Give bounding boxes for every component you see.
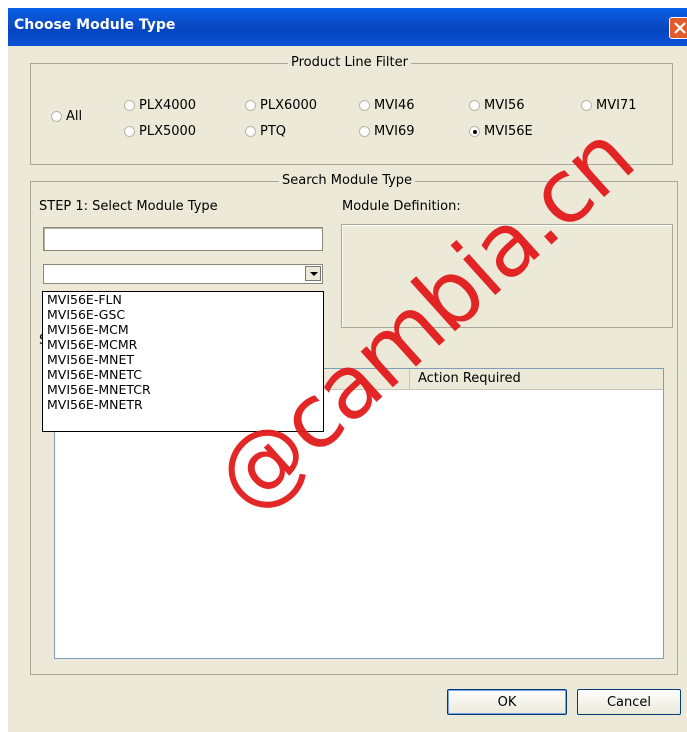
radio-plx5000[interactable]: PLX5000 (124, 123, 196, 139)
cancel-button[interactable]: Cancel (577, 689, 681, 715)
radio-circle[interactable] (245, 125, 256, 137)
dropdown-item[interactable]: MVI56E-MNETCR (43, 382, 323, 397)
radio-circle-selected[interactable] (469, 125, 480, 137)
radio-circle[interactable] (245, 99, 256, 111)
dropdown-item[interactable]: MVI56E-FLN (43, 292, 323, 307)
dropdown-item[interactable]: MVI56E-MCMR (43, 337, 323, 352)
radio-plx4000[interactable]: PLX4000 (124, 97, 196, 113)
radio-circle[interactable] (359, 125, 370, 137)
close-button[interactable] (669, 17, 687, 39)
search-module-type-legend: Search Module Type (279, 173, 416, 188)
column-header-action-required[interactable]: Action Required (409, 369, 663, 389)
step1-label: STEP 1: Select Module Type (39, 199, 218, 214)
module-type-combobox[interactable] (43, 264, 323, 284)
title-bar[interactable]: Choose Module Type (8, 8, 687, 46)
radio-mvi46[interactable]: MVI46 (359, 97, 415, 113)
module-type-dropdown-list[interactable]: MVI56E-FLN MVI56E-GSC MVI56E-MCM MVI56E-… (42, 291, 324, 432)
radio-circle[interactable] (469, 99, 480, 111)
radio-mvi69[interactable]: MVI69 (359, 123, 415, 139)
radio-circle[interactable] (124, 125, 135, 137)
dialog-window: Choose Module Type Product Line Filter A… (8, 8, 687, 732)
window-title: Choose Module Type (14, 17, 176, 33)
dropdown-item[interactable]: MVI56E-GSC (43, 307, 323, 322)
dropdown-item[interactable]: MVI56E-MNETR (43, 397, 323, 412)
close-icon (674, 22, 686, 34)
radio-plx6000[interactable]: PLX6000 (245, 97, 317, 113)
dropdown-item[interactable]: MVI56E-MCM (43, 322, 323, 337)
radio-circle[interactable] (51, 110, 62, 122)
radio-circle[interactable] (359, 99, 370, 111)
dropdown-item[interactable]: MVI56E-MNET (43, 352, 323, 367)
radio-all[interactable]: All (51, 108, 82, 124)
search-input[interactable] (43, 227, 323, 251)
ok-button[interactable]: OK (447, 689, 567, 715)
dropdown-item[interactable]: MVI56E-MNETC (43, 367, 323, 382)
module-definition-box (341, 224, 673, 328)
radio-mvi71[interactable]: MVI71 (581, 97, 637, 113)
radio-mvi56[interactable]: MVI56 (469, 97, 525, 113)
radio-circle[interactable] (124, 99, 135, 111)
module-definition-label: Module Definition: (342, 199, 461, 214)
radio-circle[interactable] (581, 99, 592, 111)
radio-ptq[interactable]: PTQ (245, 123, 286, 139)
chevron-down-icon[interactable] (305, 266, 321, 281)
radio-mvi56e[interactable]: MVI56E (469, 123, 533, 139)
product-line-filter-legend: Product Line Filter (288, 55, 411, 70)
product-line-filter-group: Product Line Filter All PLX4000 PLX5000 … (30, 55, 673, 165)
